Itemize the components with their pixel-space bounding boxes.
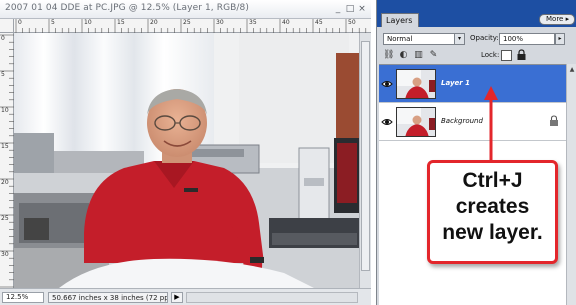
layer-lock-icon (550, 115, 558, 126)
opacity-field[interactable]: 100% (499, 33, 555, 45)
blend-mode-select[interactable]: Normal ▾ (383, 33, 465, 45)
link-icon[interactable]: ⛓ (383, 50, 394, 61)
layer-thumbnail (396, 69, 436, 99)
lock-transparency-checkbox[interactable] (501, 50, 512, 61)
status-menu-arrow-icon[interactable]: ▶ (171, 292, 183, 303)
ruler-h-label: 40 (282, 19, 290, 26)
document-title: 2007 01 04 DDE at PC.JPG @ 12.5% (Layer … (5, 3, 249, 13)
vertical-ruler[interactable]: 0 5 10 15 20 25 30 (0, 33, 14, 288)
document-horizontal-scrollbar[interactable] (186, 292, 358, 303)
eye-icon[interactable] (381, 116, 393, 128)
document-window: 2007 01 04 DDE at PC.JPG @ 12.5% (Layer … (0, 0, 371, 305)
document-titlebar[interactable]: 2007 01 04 DDE at PC.JPG @ 12.5% (Layer … (0, 0, 371, 19)
ruler-v-label: 5 (1, 71, 5, 78)
ruler-h-label: 10 (84, 19, 92, 26)
ruler-h-label: 50 (348, 19, 356, 26)
ruler-v-label: 15 (1, 143, 9, 150)
opacity-label: Opacity: (470, 34, 499, 42)
lock-label: Lock: (481, 51, 500, 59)
opacity-slider-arrow-icon[interactable]: ▸ (555, 33, 565, 45)
ruler-h-label: 5 (51, 19, 55, 26)
ruler-h-label: 15 (117, 19, 125, 26)
horizontal-ruler[interactable]: 0 5 10 15 20 25 30 35 40 45 50 (14, 19, 371, 33)
panel-more-button[interactable]: More ▸ (539, 14, 575, 25)
ruler-v-label: 0 (1, 35, 5, 42)
eye-icon[interactable] (381, 78, 393, 90)
callout-line-1: Ctrl+J (462, 169, 523, 192)
ruler-h-label: 35 (249, 19, 257, 26)
ruler-h-label: 25 (183, 19, 191, 26)
ruler-v-label: 10 (1, 107, 9, 114)
panel-tab-bar: Layers More ▸ (377, 0, 576, 27)
tab-layers[interactable]: Layers (381, 13, 419, 27)
lock-icon[interactable] (516, 49, 527, 61)
layer-row-background[interactable]: Background (379, 103, 566, 141)
layer-name[interactable]: Layer 1 (441, 79, 470, 87)
ruler-v-label: 25 (1, 215, 9, 222)
chevron-down-icon: ▾ (454, 34, 464, 44)
adjustment-icon[interactable]: ◐ (398, 50, 409, 61)
annotation-arrow (484, 86, 498, 162)
trash-icon[interactable]: ▥ (413, 50, 424, 61)
layers-scrollbar[interactable]: ▲ (566, 64, 576, 305)
ruler-origin[interactable] (0, 19, 14, 33)
scroll-thumb[interactable] (361, 41, 370, 271)
ruler-h-label: 0 (18, 19, 22, 26)
layer-thumbnail (396, 107, 436, 137)
scroll-arrow-icon[interactable]: ▲ (568, 66, 576, 74)
minimize-button[interactable]: _ (333, 4, 343, 14)
brush-icon[interactable]: ✎ (428, 50, 439, 61)
callout-line-2: creates (455, 195, 530, 218)
ruler-h-label: 45 (315, 19, 323, 26)
screenshot-root: 2007 01 04 DDE at PC.JPG @ 12.5% (Layer … (0, 0, 576, 305)
annotation-callout: Ctrl+J creates new layer. (427, 160, 558, 264)
blend-mode-value: Normal (387, 35, 413, 43)
callout-line-3: new layer. (442, 221, 543, 244)
layer-thumbnail-image (397, 70, 435, 98)
ruler-v-label: 20 (1, 179, 9, 186)
close-button[interactable]: × (357, 4, 367, 14)
image-canvas[interactable] (14, 33, 359, 288)
document-size-info: 50.667 inches x 38 inches (72 ppi) (48, 292, 168, 303)
ruler-h-label: 20 (150, 19, 158, 26)
maximize-button[interactable]: □ (345, 4, 355, 14)
ruler-h-label: 30 (216, 19, 224, 26)
layer-row-layer-1[interactable]: Layer 1 (379, 65, 566, 103)
zoom-level-field[interactable]: 12.5% (2, 292, 44, 303)
document-vertical-scrollbar[interactable] (359, 33, 371, 288)
document-status-bar: 12.5% 50.667 inches x 38 inches (72 ppi)… (0, 288, 371, 305)
ruler-v-label: 30 (1, 251, 9, 258)
layer-thumbnail-image (397, 108, 435, 136)
photo-man-at-desk (14, 33, 359, 288)
